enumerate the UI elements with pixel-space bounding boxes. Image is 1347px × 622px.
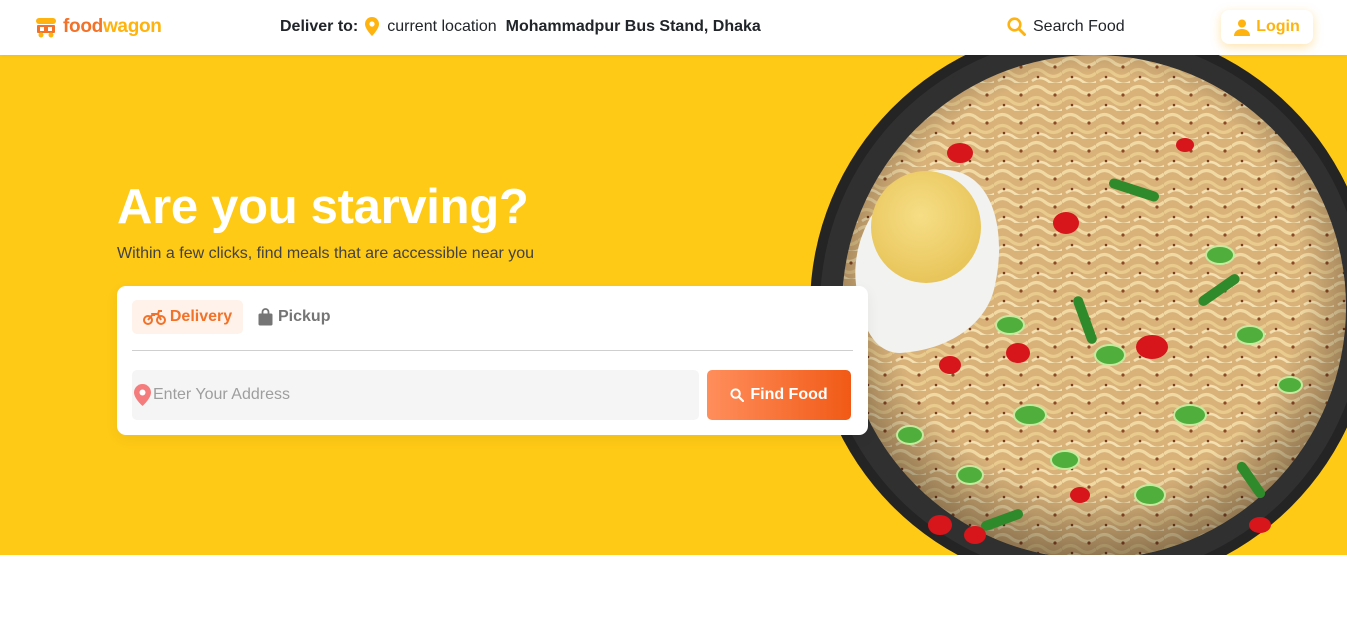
- find-food-button[interactable]: Find Food: [707, 370, 851, 420]
- search-food-link[interactable]: Search Food: [1007, 17, 1125, 36]
- find-food-label: Find Food: [750, 386, 828, 403]
- hero-subtitle: Within a few clicks, find meals that are…: [117, 245, 535, 262]
- tab-pickup[interactable]: Pickup: [258, 300, 330, 334]
- login-label: Login: [1256, 18, 1300, 35]
- deliver-to-label: Deliver to:: [280, 17, 359, 35]
- tab-pickup-label: Pickup: [278, 308, 331, 325]
- map-marker-icon: [134, 384, 151, 406]
- tab-delivery-label: Delivery: [169, 308, 233, 325]
- card-divider: [132, 350, 853, 351]
- user-icon: [1234, 19, 1251, 36]
- search-food-label: Search Food: [1033, 17, 1125, 35]
- food-search-card: Delivery Pickup Find Food: [117, 286, 868, 435]
- shopping-bag-icon: [258, 308, 273, 326]
- navbar: foodwagon Deliver to: current location M…: [0, 0, 1347, 55]
- logo-text: foodwagon: [63, 16, 162, 38]
- search-icon: [1007, 17, 1026, 36]
- address-field[interactable]: [132, 370, 699, 420]
- search-icon: [730, 388, 745, 402]
- logo-text-food: food: [63, 16, 103, 37]
- food-truck-icon: [36, 18, 56, 38]
- current-location-label: current location: [387, 17, 497, 35]
- logo[interactable]: foodwagon: [35, 15, 162, 39]
- motorcycle-icon: [142, 309, 166, 325]
- address-input[interactable]: [153, 370, 693, 420]
- location-pin-icon: [365, 17, 380, 36]
- hero-title: Are you starving?: [117, 180, 529, 234]
- noodle-bowl-image: [810, 55, 1347, 555]
- hero-section: Are you starving? Within a few clicks, f…: [0, 55, 1347, 555]
- logo-text-wagon: wagon: [102, 16, 162, 37]
- login-button[interactable]: Login: [1221, 10, 1313, 44]
- deliver-location[interactable]: Deliver to: current location Mohammadpur…: [280, 17, 761, 36]
- delivery-address: Mohammadpur Bus Stand, Dhaka: [505, 17, 761, 35]
- tab-delivery[interactable]: Delivery: [132, 300, 243, 334]
